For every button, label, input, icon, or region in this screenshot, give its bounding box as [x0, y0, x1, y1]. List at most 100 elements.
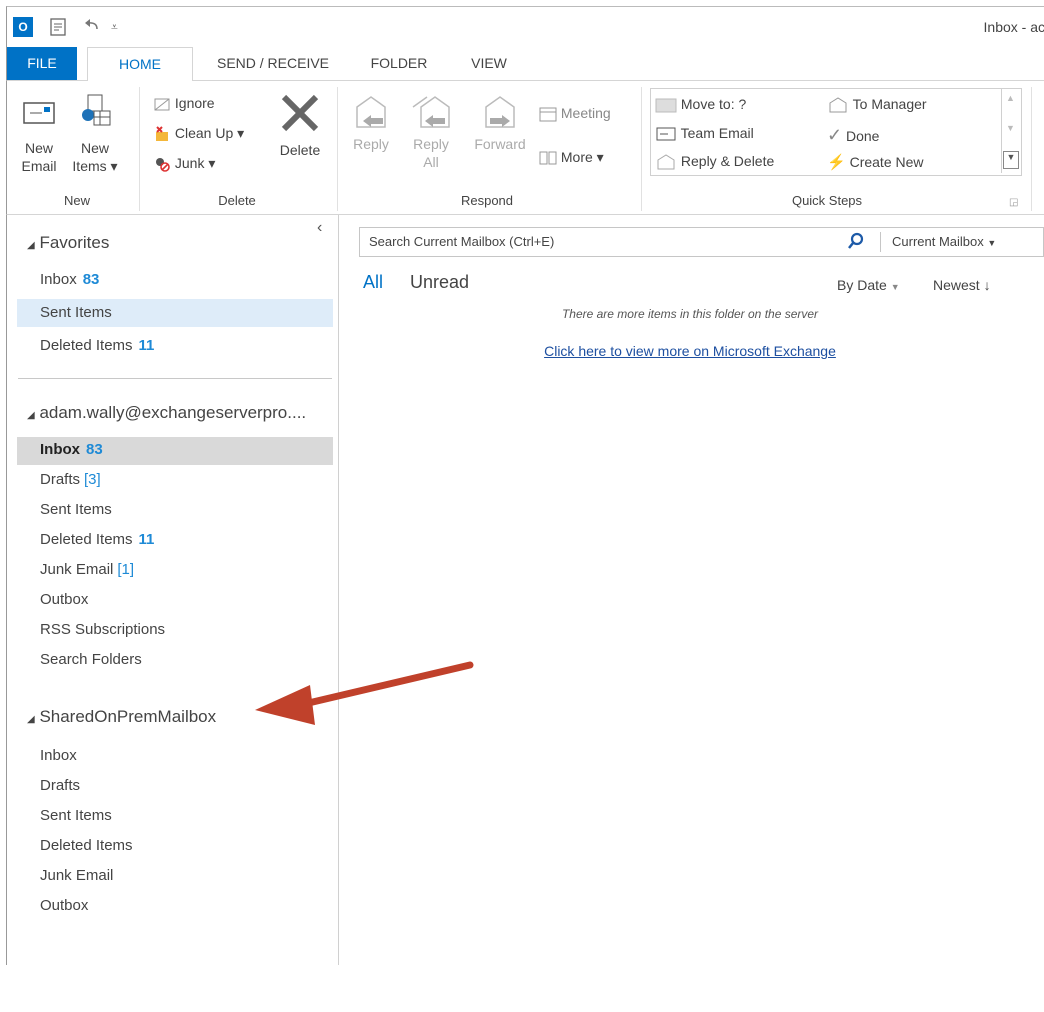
quick-step-team-email[interactable]: Team Email	[655, 125, 754, 142]
ignore-button[interactable]: Ignore	[153, 95, 215, 113]
quick-step-reply-delete[interactable]: Reply & Delete	[655, 153, 774, 170]
scroll-up-icon[interactable]: ▲	[1006, 93, 1015, 103]
quick-step-move-to[interactable]: Move to: ?	[655, 96, 746, 113]
create-new-icon: ⚡	[827, 154, 846, 171]
ribbon-tabs: FILE HOME SEND / RECEIVE FOLDER VIEW	[6, 47, 1044, 82]
search-box[interactable]: Search Current Mailbox (Ctrl+E) Current …	[359, 227, 1044, 257]
shared-junk-email[interactable]: Junk Email	[40, 867, 113, 884]
to-manager-icon	[829, 97, 847, 113]
send-receive-icon[interactable]	[49, 17, 67, 37]
search-scope-dropdown[interactable]: Current Mailbox ▼	[892, 234, 996, 249]
tab-home[interactable]: HOME	[87, 47, 193, 82]
new-items-button[interactable]: New Items ▾	[67, 93, 123, 175]
shared-mailbox-header[interactable]: ◢ SharedOnPremMailbox	[27, 707, 216, 727]
tab-file[interactable]: FILE	[7, 47, 77, 80]
expand-triangle-icon: ◢	[27, 410, 35, 421]
more-button[interactable]: More ▾	[539, 149, 604, 166]
shared-drafts[interactable]: Drafts	[40, 777, 80, 794]
tab-folder[interactable]: FOLDER	[359, 47, 439, 80]
customize-icon[interactable]: ⩡	[111, 17, 123, 37]
filter-unread[interactable]: Unread	[410, 272, 469, 293]
forward-button[interactable]: Forward	[467, 93, 533, 153]
search-input[interactable]: Search Current Mailbox (Ctrl+E)	[369, 234, 554, 249]
separator	[641, 87, 642, 211]
expand-gallery-icon[interactable]: ▼	[1003, 151, 1019, 169]
more-icon	[539, 151, 557, 165]
junk-button[interactable]: Junk ▾	[153, 155, 215, 173]
collapse-pane-icon[interactable]: ‹	[317, 219, 322, 237]
meeting-icon	[539, 107, 557, 122]
dialog-launcher-icon[interactable]: ◲	[1009, 197, 1018, 208]
filter-all[interactable]: All	[363, 272, 383, 293]
shared-deleted-items[interactable]: Deleted Items	[40, 837, 133, 854]
undo-icon[interactable]	[83, 17, 101, 37]
annotation-arrow	[255, 661, 474, 725]
account-search-folders[interactable]: Search Folders	[40, 651, 142, 668]
shared-outbox[interactable]: Outbox	[40, 897, 88, 914]
sort-arrow-icon: ↓	[983, 277, 991, 293]
quick-steps-scroll[interactable]: ▲ ▼ ▼	[1001, 89, 1020, 173]
checkmark-icon: ✓	[827, 125, 843, 145]
team-email-icon	[656, 127, 676, 141]
meeting-button[interactable]: Meeting	[539, 105, 611, 122]
shared-inbox[interactable]: Inbox	[40, 747, 77, 764]
account-outbox[interactable]: Outbox	[40, 591, 88, 608]
junk-icon	[156, 158, 170, 173]
favorites-sent-items[interactable]: Sent Items	[40, 304, 112, 321]
reply-all-button[interactable]: Reply All	[403, 93, 459, 171]
new-items-icon	[82, 94, 111, 126]
move-to-icon	[655, 98, 677, 113]
account-sent-items[interactable]: Sent Items	[40, 501, 112, 518]
chevron-down-icon: ▼	[890, 282, 900, 292]
divider	[880, 232, 881, 252]
new-email-button[interactable]: New Email	[19, 97, 59, 175]
quick-step-to-manager[interactable]: To Manager	[827, 96, 927, 113]
new-email-icon	[23, 102, 55, 124]
account-inbox[interactable]: Inbox 83	[40, 441, 103, 458]
expand-triangle-icon: ◢	[27, 240, 35, 251]
account-rss-subscriptions[interactable]: RSS Subscriptions	[40, 621, 165, 638]
separator	[337, 87, 338, 211]
window-title: Inbox - ac	[983, 19, 1044, 35]
server-notice: There are more items in this folder on t…	[561, 307, 819, 321]
chevron-down-icon: ▼	[987, 238, 997, 248]
favorites-inbox[interactable]: Inbox 83	[40, 271, 99, 288]
tab-send-receive[interactable]: SEND / RECEIVE	[203, 47, 343, 80]
clean-up-button[interactable]: Clean Up ▾	[153, 125, 244, 143]
expand-triangle-icon: ◢	[27, 714, 35, 725]
favorites-deleted-items[interactable]: Deleted Items 11	[40, 337, 154, 354]
separator	[1031, 87, 1032, 211]
separator	[139, 87, 140, 211]
clean-up-icon	[156, 126, 168, 142]
quick-step-create-new[interactable]: ⚡ Create New	[827, 153, 924, 171]
divider	[18, 378, 332, 379]
account-header[interactable]: ◢ adam.wally@exchangeserverpro....	[27, 403, 306, 423]
account-drafts[interactable]: Drafts [3]	[40, 471, 101, 488]
view-on-exchange-link[interactable]: Click here to view more on Microsoft Exc…	[544, 343, 836, 359]
group-label-new: New	[63, 193, 90, 208]
quick-step-done[interactable]: ✓ Done	[827, 125, 879, 146]
shared-sent-items[interactable]: Sent Items	[40, 807, 112, 824]
group-label-respond: Respond	[460, 193, 514, 208]
folder-pane: ‹ ◢ Favorites Inbox 83 Sent Items Deleted…	[6, 215, 339, 965]
delete-button[interactable]: Delete	[273, 91, 327, 159]
reply-button[interactable]: Reply	[345, 93, 397, 153]
sort-by-dropdown[interactable]: By Date ▼	[837, 277, 900, 293]
reply-all-icon	[412, 96, 450, 128]
title-bar: O ⩡ Inbox - ac	[6, 6, 1044, 47]
favorites-header[interactable]: ◢ Favorites	[27, 233, 109, 253]
account-deleted-items[interactable]: Deleted Items 11	[40, 531, 154, 548]
delete-icon	[281, 94, 319, 132]
ribbon: New Email New Items ▾ New Ignore Clean U…	[6, 81, 1044, 215]
scroll-down-icon[interactable]: ▼	[1006, 123, 1015, 133]
view-on-exchange-link-wrap: Click here to view more on Microsoft Exc…	[350, 343, 1030, 359]
group-label-delete: Delete	[218, 193, 256, 208]
account-junk-email[interactable]: Junk Email [1]	[40, 561, 134, 578]
reply-icon	[356, 96, 386, 128]
forward-icon	[485, 96, 515, 128]
sort-order-toggle[interactable]: Newest ↓	[933, 277, 991, 293]
outlook-icon[interactable]: O	[13, 17, 33, 37]
reply-delete-icon	[657, 154, 675, 170]
tab-view[interactable]: VIEW	[459, 47, 519, 80]
search-icon[interactable]	[846, 231, 866, 254]
